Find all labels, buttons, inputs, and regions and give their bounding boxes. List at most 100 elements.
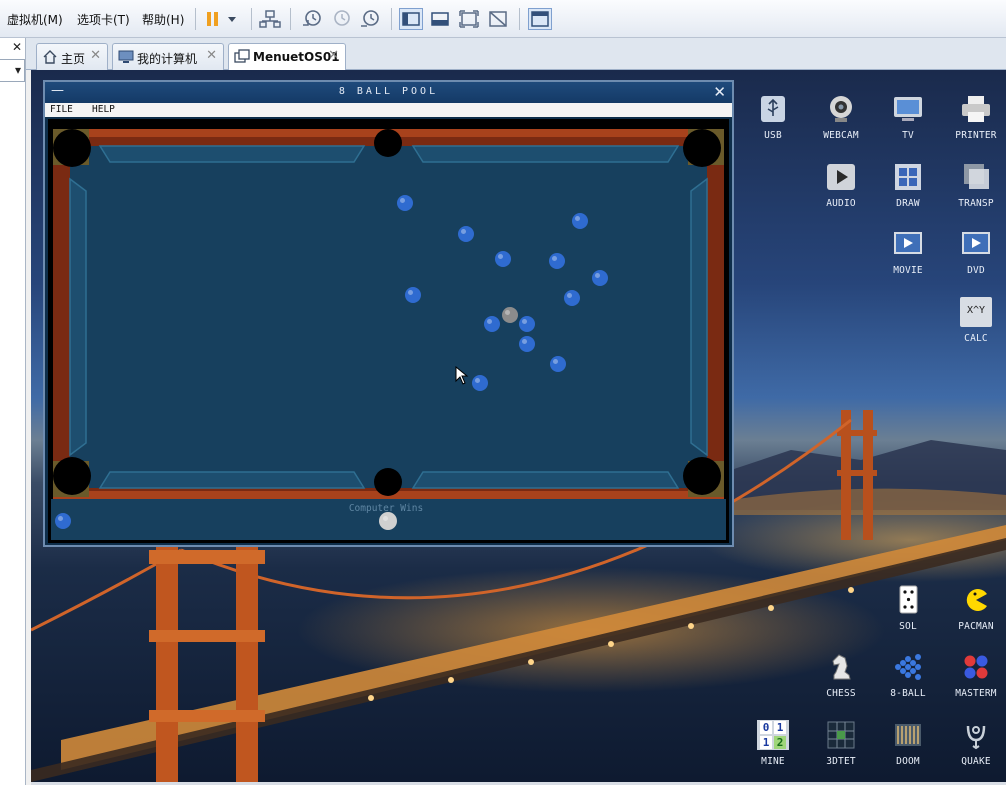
console-view-icon bbox=[431, 12, 449, 26]
show-library-button[interactable] bbox=[399, 8, 423, 30]
desktop-icon-label: CALC bbox=[964, 333, 988, 344]
game-area[interactable]: Computer Wins bbox=[48, 119, 729, 543]
library-panel: ✕ ▾ bbox=[0, 38, 26, 785]
full-screen-button[interactable] bbox=[457, 8, 481, 30]
fullscreen-icon bbox=[459, 10, 479, 28]
ball-highlight bbox=[575, 216, 580, 221]
snapshot-button[interactable] bbox=[300, 8, 324, 30]
home-icon bbox=[43, 50, 57, 64]
mastermind-icon bbox=[964, 655, 988, 679]
desktop-icon-mine[interactable]: 0 1 1 2 MINE bbox=[744, 714, 802, 776]
pool-ball bbox=[572, 213, 588, 229]
dvd-icon bbox=[962, 232, 990, 254]
ball-highlight bbox=[461, 229, 466, 234]
desktop-icon-audio[interactable]: AUDIO bbox=[812, 156, 870, 218]
desktop-icon-printer[interactable]: PRINTER bbox=[947, 88, 1005, 150]
desktop-icon-label: 3DTET bbox=[826, 756, 856, 767]
snapshot-manager-icon bbox=[361, 10, 379, 27]
desktop-icon-movie[interactable]: MOVIE bbox=[879, 223, 937, 285]
menu-tabs[interactable]: 选项卡(T) bbox=[77, 11, 130, 28]
ball-highlight bbox=[408, 290, 413, 295]
desktop-icon-doom[interactable]: DOOM bbox=[879, 714, 937, 776]
close-icon[interactable]: ✕ bbox=[90, 48, 101, 63]
library-close-icon[interactable]: ✕ bbox=[12, 40, 22, 54]
menu-help[interactable]: HELP bbox=[92, 104, 115, 115]
toolbar-separator bbox=[391, 8, 392, 30]
cue-ball[interactable] bbox=[379, 512, 397, 530]
cushion-right bbox=[690, 177, 708, 457]
tab-menuetos01-label: MenuetOS01 bbox=[253, 50, 340, 64]
toolbar-separator bbox=[290, 8, 291, 30]
pocket bbox=[53, 129, 91, 167]
tab-home-label: 主页 bbox=[61, 52, 86, 66]
unity-button[interactable] bbox=[486, 8, 510, 30]
desktop-icon-tv[interactable]: TV bbox=[879, 88, 937, 150]
play-icon bbox=[827, 164, 855, 190]
send-keys-button[interactable] bbox=[258, 8, 282, 30]
menu-vm[interactable]: 虚拟机(M) bbox=[7, 11, 63, 28]
tab-home[interactable]: 主页 ✕ bbox=[36, 43, 108, 70]
desktop-icon-8-ball[interactable]: 8-BALL bbox=[879, 646, 937, 708]
ball-highlight bbox=[383, 516, 388, 521]
movie-icon bbox=[894, 232, 922, 254]
desktop-icon-sol[interactable]: SOL bbox=[879, 579, 937, 641]
desktop-icon-transp[interactable]: TRANSP bbox=[947, 156, 1005, 218]
quake-icon bbox=[966, 725, 986, 750]
desktop-icon-label: DOOM bbox=[896, 756, 920, 767]
desktop-icon-label: PRINTER bbox=[955, 130, 997, 141]
pocket bbox=[374, 129, 402, 157]
desktop-icon-dvd[interactable]: DVD bbox=[947, 223, 1005, 285]
pool-table[interactable]: Computer Wins bbox=[48, 119, 729, 543]
ball-highlight bbox=[498, 254, 503, 259]
pool-game-window[interactable]: — 8 BALL POOL ✕ FILE HELP Computer Wins bbox=[43, 80, 734, 547]
desktop-icon-3dtet[interactable]: 3DTET bbox=[812, 714, 870, 776]
menu-help[interactable]: 帮助(H) bbox=[142, 11, 184, 28]
pause-button[interactable] bbox=[202, 8, 242, 30]
close-icon[interactable]: ✕ bbox=[206, 48, 217, 63]
ball-highlight bbox=[522, 319, 527, 324]
chevron-down-icon: ▾ bbox=[14, 63, 21, 77]
close-icon[interactable]: ✕ bbox=[328, 48, 339, 63]
calc-glyph: X^Y bbox=[966, 305, 986, 316]
ball-highlight bbox=[567, 293, 572, 298]
desktop-icon-chess[interactable]: CHESS bbox=[812, 646, 870, 708]
tab-my-computer[interactable]: 我的计算机 ✕ bbox=[112, 43, 224, 70]
cushion-left bbox=[69, 177, 87, 457]
calculator-icon: X^Y bbox=[960, 297, 992, 327]
snapshot-manager-button[interactable] bbox=[358, 8, 382, 30]
desktop-icon-quake[interactable]: QUAKE bbox=[947, 714, 1005, 776]
window-menubar: FILE HELP bbox=[45, 103, 732, 117]
window-title: 8 BALL POOL bbox=[338, 86, 439, 97]
desktop-icon-webcam[interactable]: WEBCAM bbox=[812, 88, 870, 150]
desktop-icon-mastermind[interactable]: MASTERM bbox=[947, 646, 1005, 708]
revert-snapshot-button[interactable] bbox=[329, 8, 353, 30]
usb-icon bbox=[761, 96, 785, 122]
window-titlebar[interactable]: — 8 BALL POOL ✕ bbox=[45, 82, 732, 103]
desktop-icon-label: PACMAN bbox=[958, 621, 994, 632]
library-search-dropdown[interactable]: ▾ bbox=[0, 59, 25, 82]
desktop-icon-pacman[interactable]: PACMAN bbox=[947, 579, 1005, 641]
ball-rack-icon bbox=[895, 654, 921, 680]
toolbar-separator bbox=[195, 8, 196, 30]
tab-menuetos01[interactable]: MenuetOS01 ✕ bbox=[228, 43, 346, 71]
close-icon[interactable]: ✕ bbox=[713, 83, 726, 101]
desktop-icon-draw[interactable]: DRAW bbox=[879, 156, 937, 218]
thumbnail-view-button[interactable] bbox=[428, 8, 452, 30]
pool-ball bbox=[405, 287, 421, 303]
chevron-down-icon bbox=[228, 17, 236, 22]
menu-file[interactable]: FILE bbox=[50, 104, 73, 115]
desktop-icon-usb[interactable]: USB bbox=[744, 88, 802, 150]
desktop-icon-calc[interactable]: X^Y CALC bbox=[947, 291, 1005, 353]
desktop-icon-label: MINE bbox=[761, 756, 785, 767]
pocket bbox=[683, 457, 721, 495]
computer-icon bbox=[118, 50, 134, 63]
pacman-icon bbox=[966, 589, 987, 611]
mine-cell: 1 bbox=[774, 721, 786, 734]
desktop-icon-label: DVD bbox=[967, 265, 985, 276]
desktop-icon-label: CHESS bbox=[826, 688, 856, 699]
pool-ball bbox=[472, 375, 488, 391]
minesweeper-icon: 0 1 1 2 bbox=[757, 720, 789, 750]
desktop-icon-label: MOVIE bbox=[893, 265, 923, 276]
pool-ball bbox=[495, 251, 511, 267]
console-view-button[interactable] bbox=[528, 8, 552, 30]
